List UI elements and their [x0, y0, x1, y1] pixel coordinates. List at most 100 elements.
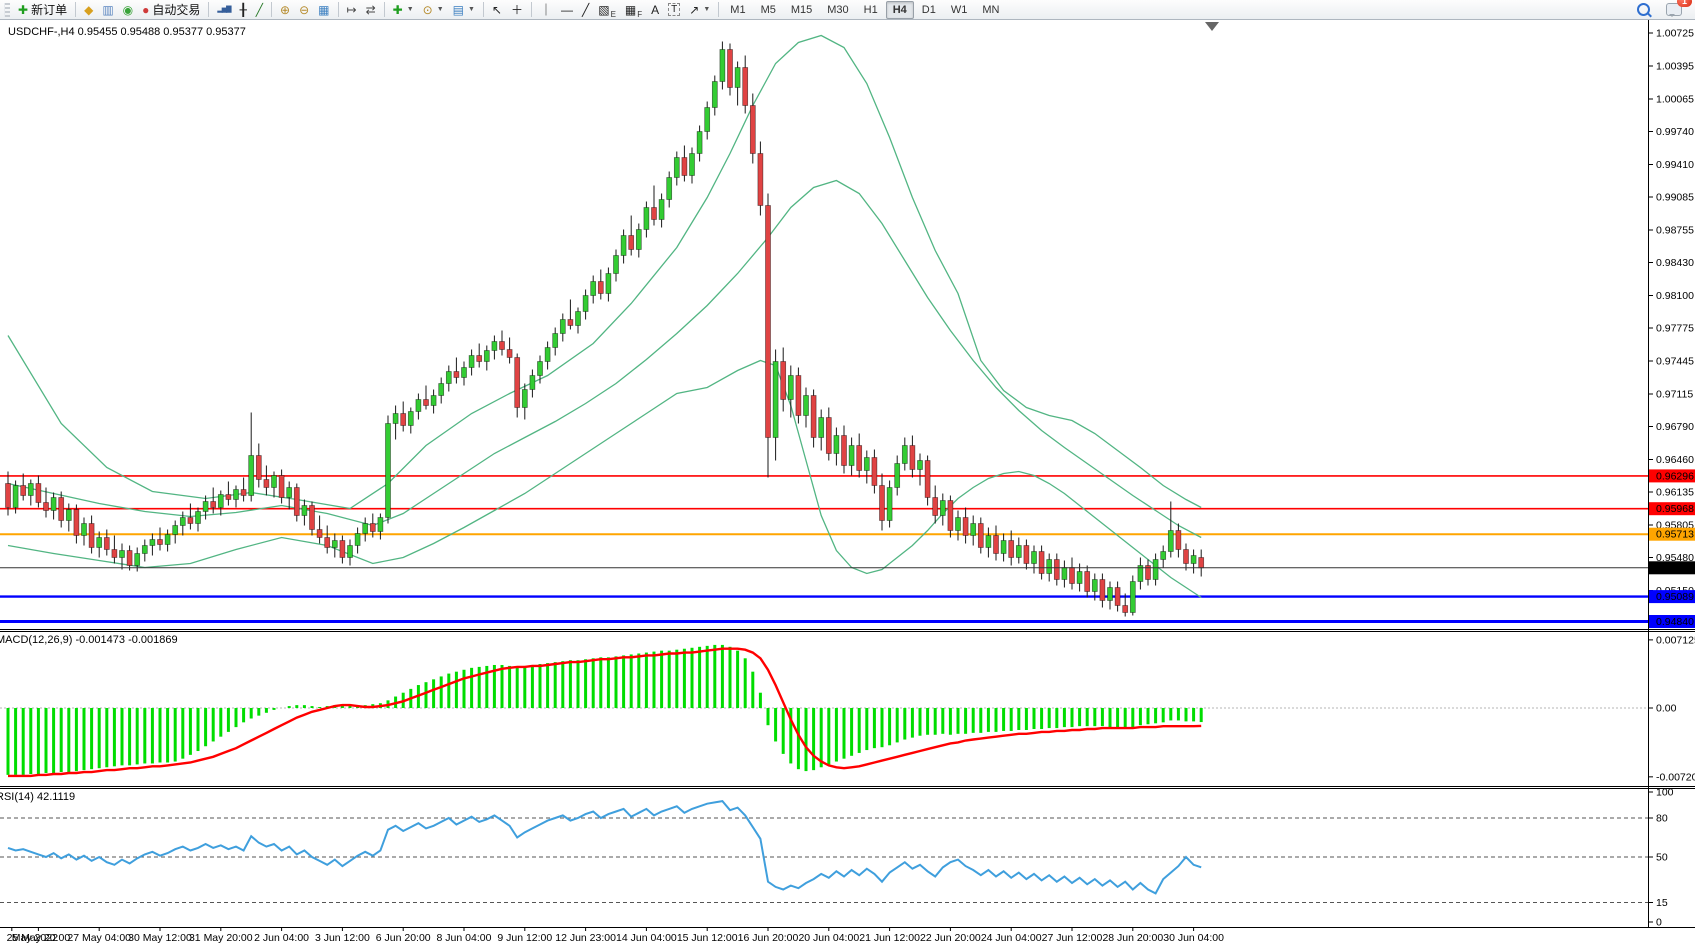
chart-window[interactable]: 1.007251.003951.000650.997400.994100.990… [0, 20, 1695, 946]
toolbar-separator [531, 2, 532, 17]
chart-profile-button[interactable]: ◆ [80, 0, 97, 20]
main-toolbar: ✚新订单◆▥◉●自动交易▂▅▇╂╱⊕⊖▦↦⇄✚▼⊙▼▤▼↖＋｜—╱▧E▦FAT↗… [0, 0, 1695, 20]
templates-button[interactable]: ▤▼ [449, 0, 479, 20]
tile-windows-icon: ▦ [318, 4, 329, 16]
toolbar-separator [384, 2, 385, 17]
usdchf-h4-chart[interactable]: 1.007251.003951.000650.997400.994100.990… [0, 20, 1695, 946]
toolbar-separator [718, 2, 719, 17]
trendline-button[interactable]: ╱ [578, 0, 593, 20]
timeframe-m5-button[interactable]: M5 [754, 1, 783, 19]
toolbar-separator [75, 2, 76, 17]
auto-scroll-button[interactable]: ↦ [343, 0, 361, 20]
timeframe-mn-button[interactable]: MN [975, 1, 1006, 19]
price-level-lines [0, 476, 1648, 622]
new-order-button[interactable]: ✚新订单 [14, 0, 71, 20]
notification-badge: 1 [1677, 0, 1692, 7]
candlestick-chart-icon: ╂ [240, 4, 247, 16]
line-chart-button[interactable]: ╱ [252, 0, 267, 20]
symbol-ohlc-label: USDCHF-,H4 0.95455 0.95488 0.95377 0.953… [8, 26, 246, 38]
terminal-icon: ▥ [102, 4, 113, 16]
timeframe-toolbar: M1M5M15M30H1H4D1W1MN [723, 1, 1006, 19]
chevron-down-icon: ▼ [468, 6, 475, 13]
tile-windows-button[interactable]: ▦ [314, 0, 333, 20]
toolbar-separator [483, 2, 484, 17]
text-icon: A [651, 4, 659, 16]
timeframe-d1-button[interactable]: D1 [915, 1, 943, 19]
search-icon [1637, 3, 1650, 16]
equidistant-channel-button[interactable]: ▧E [594, 0, 620, 20]
fibonacci-icon: ▦ [625, 4, 636, 16]
timeframe-w1-button[interactable]: W1 [944, 1, 975, 19]
indicators-button[interactable]: ✚▼ [389, 0, 418, 20]
zoom-in-icon: ⊕ [280, 4, 290, 16]
bar-chart-icon: ▂▅▇ [217, 6, 230, 13]
bar-chart-button[interactable]: ▂▅▇ [213, 0, 234, 20]
panel-frame [0, 20, 1695, 928]
crosshair-button[interactable]: ＋ [507, 0, 527, 20]
cursor-button[interactable]: ↖ [488, 0, 506, 20]
periods-button[interactable]: ⊙▼ [419, 0, 448, 20]
chart-shift-marker-icon[interactable] [1205, 22, 1219, 31]
chart-shift-icon: ⇄ [366, 4, 376, 16]
candles-layer [6, 42, 1204, 617]
chart-shift-button[interactable]: ⇄ [362, 0, 380, 20]
signals-icon: ◉ [123, 4, 133, 16]
timeframe-h4-button[interactable]: H4 [886, 1, 914, 19]
notifications-button[interactable]: 1 [1662, 0, 1686, 20]
arrows-icon: ↗ [689, 4, 699, 16]
auto-trading-icon: ● [142, 4, 149, 16]
macd-signal-line [8, 649, 1201, 776]
fibonacci-button[interactable]: ▦F [621, 0, 646, 20]
trendline-icon: ╱ [582, 4, 589, 16]
chevron-down-icon: ▼ [703, 6, 710, 13]
rsi-panel[interactable] [0, 801, 1648, 902]
macd-panel[interactable] [0, 645, 1648, 776]
bollinger-upper [8, 36, 1201, 509]
toolbar-separator [338, 2, 339, 17]
price-scale[interactable] [1648, 20, 1695, 928]
mt4-terminal-window: { "toolbar":{ "new_order_label":"新订单", "… [0, 0, 1695, 946]
new-order-label: 新订单 [31, 1, 67, 18]
cursor-icon: ↖ [492, 4, 502, 16]
arrows-button[interactable]: ↗▼ [685, 0, 714, 20]
templates-icon: ▤ [453, 4, 464, 16]
periods-icon: ⊙ [423, 4, 433, 16]
timeframe-m1-button[interactable]: M1 [723, 1, 752, 19]
timeframe-m30-button[interactable]: M30 [820, 1, 855, 19]
indicators-icon: ✚ [393, 4, 403, 16]
vertical-line-icon: ｜ [540, 4, 552, 16]
toolbar-separator [208, 2, 209, 17]
main-price-panel[interactable] [0, 36, 1648, 622]
timeframe-h1-button[interactable]: H1 [857, 1, 885, 19]
chart-profile-icon: ◆ [84, 4, 93, 16]
zoom-out-button[interactable]: ⊖ [295, 0, 313, 20]
search-button[interactable] [1633, 0, 1654, 20]
zoom-out-icon: ⊖ [299, 4, 309, 16]
toolbar-separator [271, 2, 272, 17]
chevron-down-icon: ▼ [437, 6, 444, 13]
fibonacci-badge: F [637, 10, 642, 19]
timeframe-m15-button[interactable]: M15 [784, 1, 819, 19]
zoom-in-button[interactable]: ⊕ [276, 0, 294, 20]
crosshair-icon: ＋ [511, 4, 523, 16]
equidistant-channel-icon: ▧ [598, 4, 609, 16]
candlestick-chart-button[interactable]: ╂ [236, 0, 251, 20]
new-order-icon: ✚ [18, 4, 28, 16]
auto-trading-label: 自动交易 [152, 1, 200, 18]
horizontal-line-button[interactable]: — [557, 0, 577, 20]
auto-trading-button[interactable]: ●自动交易 [138, 0, 204, 20]
vertical-line-button[interactable]: ｜ [536, 0, 556, 20]
terminal-button[interactable]: ▥ [98, 0, 117, 20]
line-chart-icon: ╱ [256, 4, 263, 16]
time-scale[interactable] [0, 925, 1648, 946]
auto-scroll-icon: ↦ [347, 4, 357, 16]
bollinger-bands [8, 36, 1201, 598]
bollinger-lower [8, 361, 1201, 598]
toolbar-grip-icon[interactable] [4, 3, 10, 17]
text-label-button[interactable]: T [664, 0, 684, 20]
horizontal-line-icon: — [561, 4, 573, 16]
signals-button[interactable]: ◉ [119, 0, 137, 20]
text-label-icon: T [668, 3, 680, 16]
chevron-down-icon: ▼ [407, 6, 414, 13]
text-button[interactable]: A [647, 0, 663, 20]
